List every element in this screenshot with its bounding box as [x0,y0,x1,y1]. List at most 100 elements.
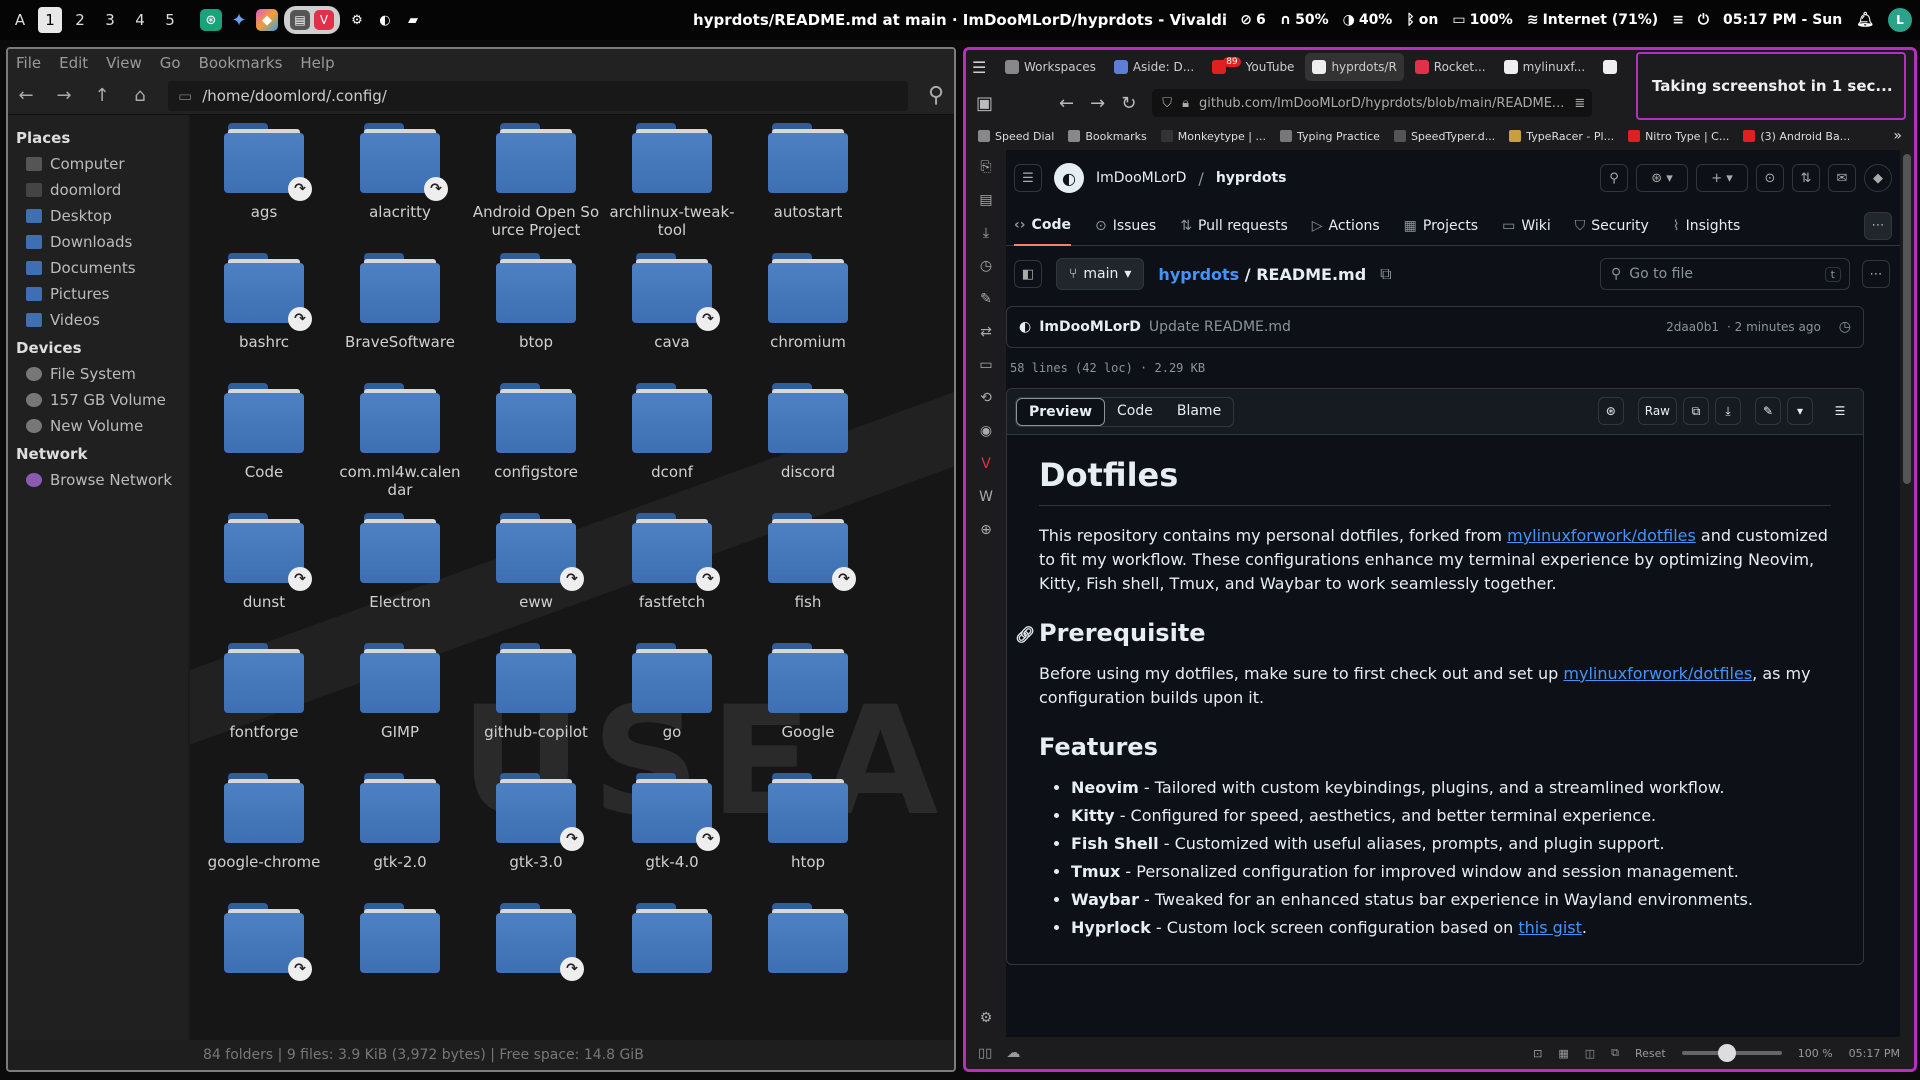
copilot-icon[interactable]: ⊛ [1597,397,1624,425]
folder-item[interactable] [332,895,468,1025]
sidebar-item-pictures[interactable]: Pictures [16,281,188,307]
copy-path-icon[interactable]: ⧉ [1380,264,1391,284]
breadcrumb-repo-link[interactable]: hyprdots [1158,265,1239,284]
workspace-1[interactable]: 1 [38,7,62,33]
headphones-indicator[interactable]: ∩ 50% [1280,12,1329,28]
folder-item[interactable]: Google [740,635,876,765]
folder-item[interactable]: google-chrome [196,765,332,895]
forward-icon[interactable]: → [1090,93,1105,114]
bookmark-item[interactable]: Speed Dial [978,130,1054,143]
bookmark-item[interactable]: (3) Android Ba... [1743,130,1850,143]
user-avatar[interactable]: ◆ [1864,164,1892,192]
link-icon[interactable]: 🔗︎ [1015,620,1035,650]
folder-item[interactable]: ↷ fish [740,505,876,635]
theme-icon[interactable]: ◐ [374,9,396,31]
chatgpt-icon[interactable]: ⊛ [200,9,222,31]
power-icon[interactable]: ⏻ [1698,12,1709,28]
sidebar-item-computer[interactable]: Computer [16,151,188,177]
gemini-icon[interactable]: ✦ [228,9,250,31]
downloads-panel-icon[interactable]: ⤓ [977,224,995,242]
repo-name-link[interactable]: hyprdots [1216,170,1287,186]
folder-item[interactable]: GIMP [332,635,468,765]
outline-icon[interactable]: ☰ [1827,397,1853,425]
gist-link[interactable]: this gist [1518,918,1582,937]
panel-menu-icon[interactable]: ☰ [972,58,994,77]
back-icon[interactable]: ← [16,85,36,106]
back-icon[interactable]: ← [1059,93,1074,114]
folder-item[interactable]: autostart [740,115,876,245]
notes-icon[interactable]: ✎ [977,290,995,308]
settings-icon[interactable]: ⚙ [977,1009,995,1027]
bluetooth-indicator[interactable]: ᛒ on [1406,12,1438,28]
folder-item[interactable]: github-copilot [468,635,604,765]
folder-item[interactable]: ↷ alacritty [332,115,468,245]
sidebar-item-desktop[interactable]: Desktop [16,203,188,229]
folder-item[interactable]: go [604,635,740,765]
forward-icon[interactable]: → [54,85,74,106]
web-panel-icon[interactable]: ◉ [977,422,995,440]
folder-item[interactable]: BraveSoftware [332,245,468,375]
folder-item[interactable]: Code [196,375,332,505]
tiling-icon[interactable]: ▦ [1558,1047,1568,1060]
folder-item[interactable]: ↷ fastfetch [604,505,740,635]
copy-raw-icon[interactable]: ⧉ [1683,397,1709,425]
folder-item[interactable]: Electron [332,505,468,635]
folder-item[interactable]: ↷ cava [604,245,740,375]
battery-indicator[interactable]: ▭ 100% [1452,12,1513,28]
folder-item[interactable]: chromium [740,245,876,375]
brightness-indicator[interactable]: ◑ 40% [1343,12,1393,28]
zoom-slider[interactable] [1681,1044,1782,1062]
folder-item[interactable]: ↷ eww [468,505,604,635]
nav-more-icon[interactable]: ⋯ [1864,211,1892,240]
prereq-link[interactable]: mylinuxforwork/dotfiles [1563,664,1752,683]
sidebar-item-new-volume[interactable]: New Volume [16,413,188,439]
folder-item[interactable]: htop [740,765,876,895]
folder-item[interactable]: Android Open Source Project [468,115,604,245]
workspace-5[interactable]: 5 [158,7,182,33]
search-icon[interactable]: ⚲ [1600,164,1628,192]
tab-code[interactable]: Code [1105,398,1165,426]
folder-item[interactable]: ↷ gtk-3.0 [468,765,604,895]
folder-item[interactable] [604,895,740,1025]
location-bar[interactable]: ▭ /home/doomlord/.config/ [168,80,908,111]
updates-indicator[interactable]: ⊘ 6 [1240,12,1265,28]
search-icon[interactable]: ⚲ [926,83,946,108]
browser-tab[interactable]: 89 YouTube [1205,53,1301,81]
folder-item[interactable]: ↷ bashrc [196,245,332,375]
inbox-icon[interactable]: ✉ [1828,164,1856,192]
edit-icon[interactable]: ✎ [1755,397,1781,425]
browser-tab[interactable] [1596,53,1629,81]
workspace-2[interactable]: 2 [68,7,92,33]
pull-requests-icon[interactable]: ⇅ [1792,164,1820,192]
clock[interactable]: 05:17 PM - Sun [1723,12,1842,28]
folder-item[interactable]: ↷ [468,895,604,1025]
add-panel-icon[interactable]: ⊕ [977,521,995,539]
tab-projects[interactable]: ▦ Projects [1404,206,1478,246]
folder-item[interactable]: btop [468,245,604,375]
menu-file[interactable]: File [16,54,41,72]
folder-item[interactable]: fontforge [196,635,332,765]
browser-tab[interactable]: Rocket... [1408,53,1493,81]
bookmark-item[interactable]: Bookmarks [1068,130,1147,143]
commit-hash[interactable]: 2daa0b1 [1666,320,1719,334]
menu-view[interactable]: View [106,54,142,72]
menu-help[interactable]: Help [300,54,334,72]
folder-item[interactable] [740,895,876,1025]
go-to-file-input[interactable]: ⚲ Go to file t [1600,258,1850,290]
files-icon[interactable]: ▤ [290,10,310,30]
bookmarks-overflow-icon[interactable]: » [1893,128,1902,144]
wikipedia-icon[interactable]: W [977,488,995,506]
zoom-reset-button[interactable]: Reset [1635,1047,1666,1060]
tab-actions[interactable]: ▷ Actions [1312,206,1380,246]
browser-tab[interactable]: mylinuxf... [1497,53,1593,81]
browser-tab[interactable]: Aside: D... [1107,53,1201,81]
vivaldi-panel-icon[interactable]: V [977,455,995,473]
vivaldi-icon[interactable]: V [314,10,334,30]
copilot-icon[interactable]: ⊛ ▾ [1636,164,1688,192]
menu-go[interactable]: Go [160,54,181,72]
home-icon[interactable]: ⌂ [130,85,150,106]
folder-item[interactable]: ↷ gtk-4.0 [604,765,740,895]
sync-cloud-icon[interactable]: ☁ [1006,1045,1020,1061]
folder-item[interactable]: configstore [468,375,604,505]
up-icon[interactable]: ↑ [92,85,112,106]
